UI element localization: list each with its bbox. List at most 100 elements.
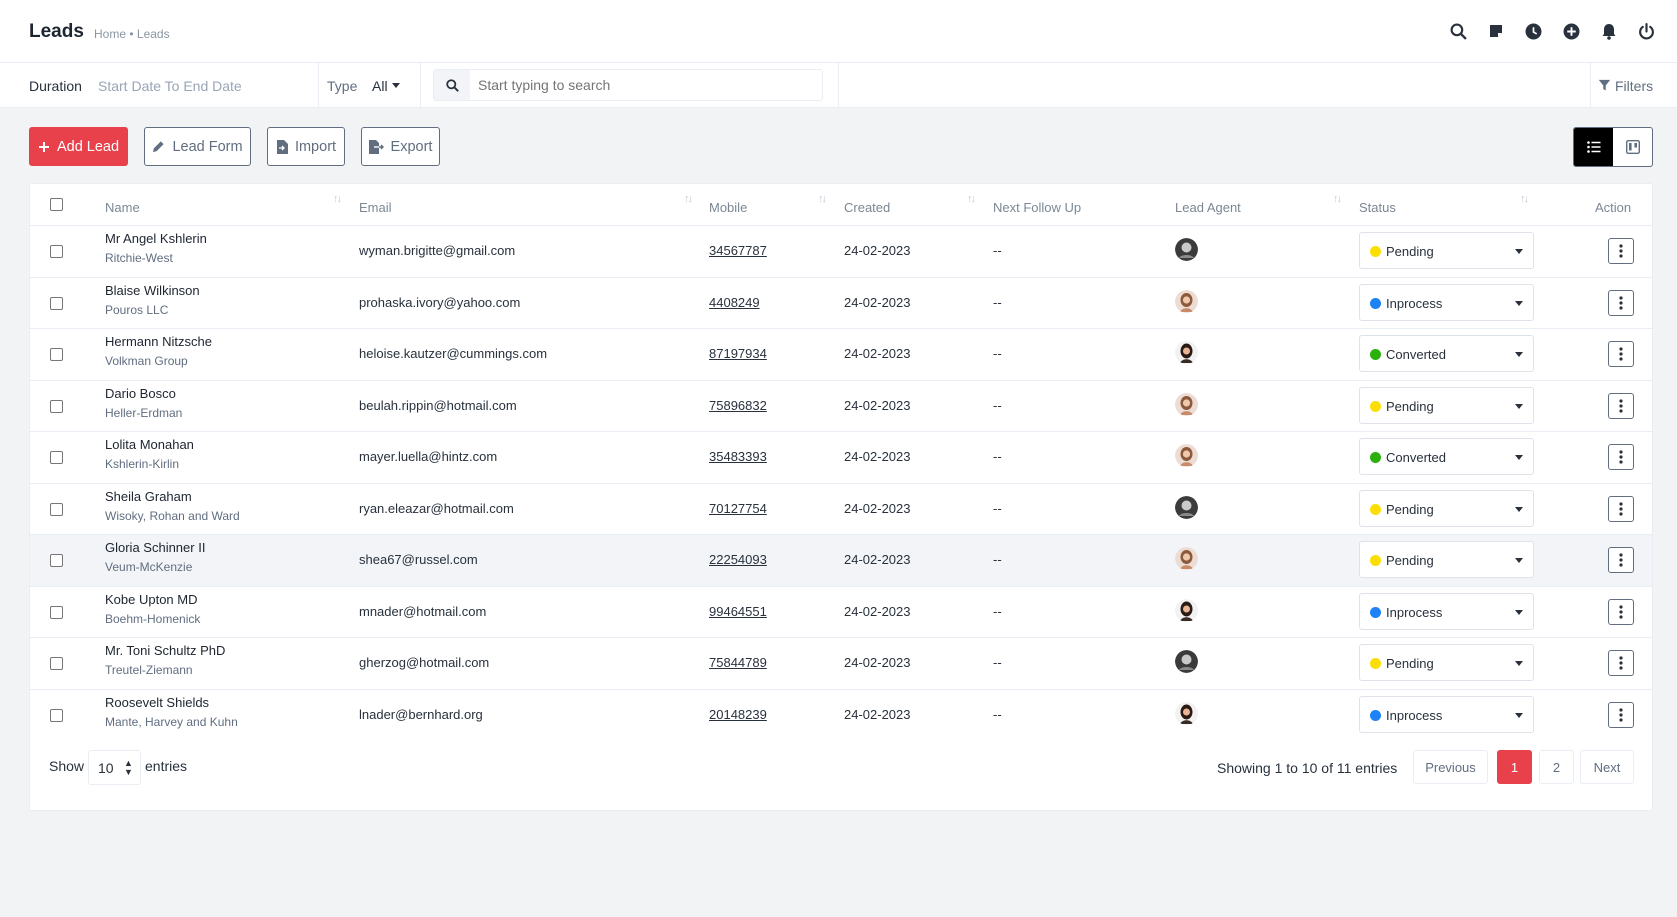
status-select[interactable]: Pending [1359,232,1534,269]
agent-avatar[interactable] [1175,547,1198,570]
column-header-email[interactable]: Email [359,200,392,215]
plus-circle-icon[interactable] [1553,18,1591,44]
agent-avatar[interactable] [1175,701,1198,725]
agent-avatar[interactable] [1175,444,1198,467]
lead-name[interactable]: Lolita Monahan [105,437,194,452]
row-action-menu-button[interactable] [1608,598,1634,625]
row-checkbox[interactable] [50,451,63,464]
clock-icon[interactable] [1515,18,1553,44]
row-action-menu-button[interactable] [1608,701,1634,728]
agent-avatar[interactable] [1175,341,1198,364]
sort-icon[interactable]: ↑↓ [967,193,976,205]
column-header-status[interactable]: Status [1359,200,1396,215]
lead-name[interactable]: Mr Angel Kshlerin [105,231,207,246]
list-view-button[interactable] [1574,128,1613,166]
breadcrumb-home[interactable]: Home [94,27,126,41]
page-2-button[interactable]: 2 [1539,750,1574,784]
sort-icon[interactable]: ↑↓ [684,193,693,205]
status-select[interactable]: Inprocess [1359,695,1534,733]
page-1-button[interactable]: 1 [1497,750,1532,784]
row-action-menu-button[interactable] [1608,547,1634,573]
column-header-next-follow-up[interactable]: Next Follow Up [993,200,1081,215]
lead-mobile-link[interactable]: 20148239 [709,707,767,722]
next-page-button[interactable]: Next [1580,750,1634,784]
lead-name[interactable]: Blaise Wilkinson [105,283,200,298]
search-input[interactable] [472,70,820,100]
row-action-menu-button[interactable] [1608,238,1634,264]
sort-icon[interactable]: ↑↓ [818,193,827,205]
lead-mobile-link[interactable]: 99464551 [709,604,767,619]
status-select[interactable]: Pending [1359,541,1534,578]
agent-avatar[interactable] [1175,495,1198,519]
sort-icon[interactable]: ↑↓ [333,193,342,205]
lead-name[interactable]: Roosevelt Shields [105,695,209,710]
status-label: Inprocess [1386,707,1443,723]
add-lead-button[interactable]: Add Lead [29,127,128,166]
agent-avatar[interactable] [1175,598,1198,622]
lead-mobile-link[interactable]: 87197934 [709,346,767,361]
type-select[interactable]: All [372,63,400,108]
agent-avatar[interactable] [1175,392,1198,416]
row-checkbox[interactable] [50,296,63,310]
status-select[interactable]: Converted [1359,438,1534,475]
status-select[interactable]: Converted [1359,335,1534,372]
filters-button[interactable]: Filters [1598,63,1653,108]
row-action-menu-button[interactable] [1608,495,1634,522]
lead-mobile-link[interactable]: 70127754 [709,501,767,516]
lead-next-follow-up: -- [993,346,1002,361]
agent-avatar[interactable] [1175,238,1198,261]
column-header-created[interactable]: Created [844,200,890,215]
row-checkbox[interactable] [50,399,63,413]
import-button[interactable]: Import [267,127,345,166]
export-button[interactable]: Export [361,127,440,166]
power-icon[interactable] [1628,18,1666,44]
row-action-menu-button[interactable] [1608,444,1634,470]
filters-label: Filters [1615,77,1654,94]
row-checkbox[interactable] [50,348,63,361]
status-select[interactable]: Inprocess [1359,592,1534,630]
lead-mobile-link[interactable]: 75896832 [709,398,767,413]
lead-mobile-link[interactable]: 22254093 [709,552,767,567]
row-checkbox[interactable] [50,554,63,567]
status-select[interactable]: Pending [1359,386,1534,424]
ellipsis-vertical-icon [1619,501,1623,516]
row-action-menu-button[interactable] [1608,341,1634,367]
row-action-menu-button[interactable] [1608,289,1634,316]
search-icon[interactable] [1440,18,1478,44]
lead-name[interactable]: Gloria Schinner II [105,540,205,555]
agent-avatar[interactable] [1175,289,1198,313]
row-checkbox[interactable] [50,708,63,722]
column-header-lead-agent[interactable]: Lead Agent [1175,200,1241,215]
row-checkbox[interactable] [50,245,63,258]
lead-name[interactable]: Hermann Nitzsche [105,334,212,349]
bell-icon[interactable] [1590,18,1628,44]
sort-icon[interactable]: ↑↓ [1520,193,1529,205]
page-size-select[interactable]: 10 ▲ ▼ [88,750,141,785]
select-all-checkbox[interactable] [50,198,63,211]
sticky-note-icon[interactable] [1478,18,1516,44]
status-select[interactable]: Pending [1359,644,1534,681]
status-select[interactable]: Pending [1359,489,1534,527]
previous-page-button[interactable]: Previous [1413,750,1488,784]
row-checkbox[interactable] [50,657,63,670]
lead-name[interactable]: Sheila Graham [105,489,192,504]
agent-avatar[interactable] [1175,650,1198,673]
lead-name[interactable]: Dario Bosco [105,386,176,401]
board-view-button[interactable] [1613,128,1652,166]
column-header-mobile[interactable]: Mobile [709,200,747,215]
lead-mobile-link[interactable]: 4408249 [709,295,760,310]
row-checkbox[interactable] [50,605,63,619]
duration-date-range-input[interactable]: Start Date To End Date [98,63,242,108]
lead-name[interactable]: Mr. Toni Schultz PhD [105,643,225,658]
column-header-name[interactable]: Name [105,200,140,215]
lead-mobile-link[interactable]: 35483393 [709,449,767,464]
lead-name[interactable]: Kobe Upton MD [105,592,198,607]
lead-mobile-link[interactable]: 34567787 [709,243,767,258]
sort-icon[interactable]: ↑↓ [1333,193,1342,205]
lead-mobile-link[interactable]: 75844789 [709,655,767,670]
row-action-menu-button[interactable] [1608,392,1634,419]
status-select[interactable]: Inprocess [1359,283,1534,321]
row-checkbox[interactable] [50,502,63,516]
row-action-menu-button[interactable] [1608,650,1634,676]
lead-form-button[interactable]: Lead Form [144,127,251,166]
